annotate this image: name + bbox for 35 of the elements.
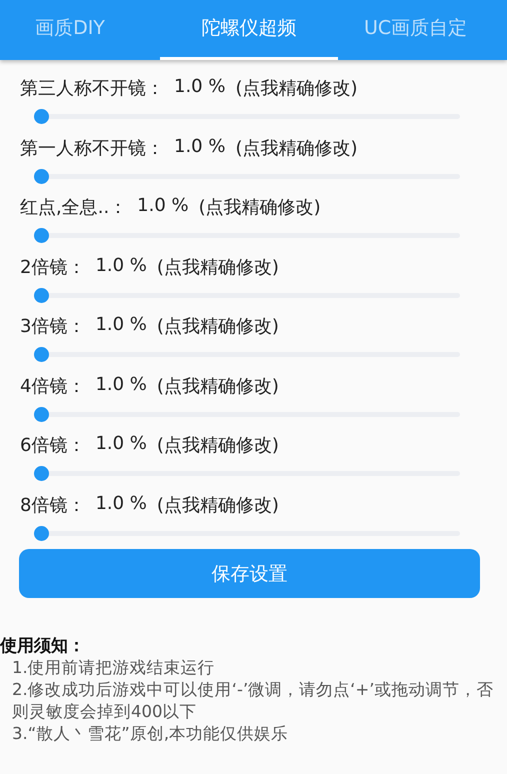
edit-link[interactable]: (点我精确修改): [156, 374, 279, 398]
slider-label: 6倍镜：: [20, 434, 86, 457]
slider-thumb[interactable]: [34, 228, 49, 243]
edit-link[interactable]: (点我精确修改): [235, 76, 358, 100]
slider-thumb[interactable]: [34, 466, 49, 481]
slider-thumb[interactable]: [34, 526, 49, 540]
slider-label: 4倍镜：: [20, 374, 86, 398]
slider-thumb[interactable]: [34, 288, 49, 302]
edit-link[interactable]: (点我精确修改): [156, 433, 279, 457]
slider-value: 1.0 %: [95, 492, 147, 516]
slider-thumb[interactable]: [34, 168, 49, 184]
note-text: 1.使用前请把游戏结束运行: [11, 657, 216, 679]
slider-thumb[interactable]: [34, 109, 49, 124]
slider-value: 1.0 %: [137, 195, 189, 218]
edit-link[interactable]: (点我精确修改): [198, 195, 321, 219]
edit-link[interactable]: (点我精确修改): [156, 254, 279, 278]
slider-value: 1.0 %: [95, 254, 147, 278]
slider-value: 1.0 %: [95, 314, 147, 337]
slider-label: 3倍镜：: [20, 315, 86, 338]
slider-value: 1.0 %: [174, 136, 226, 158]
edit-link[interactable]: (点我精确修改): [156, 492, 279, 516]
slider-label: 2倍镜：: [20, 256, 86, 278]
slider-label: 第一人称不开镜：: [20, 136, 164, 160]
slider-label: 红点,全息..：: [20, 196, 128, 219]
slider-label: 第三人称不开镜：: [20, 77, 164, 100]
note-text: 3.“散人丶雪花”原创,本功能仅供娱乐: [11, 723, 290, 745]
slider-thumb[interactable]: [34, 406, 49, 422]
slider-value: 1.0 %: [174, 76, 226, 99]
slider-value: 1.0 %: [95, 433, 147, 456]
slider-label: 8倍镜：: [20, 494, 86, 516]
note-text: 2.修改成功后游戏中可以使用‘-’微调，请勿点‘+’或拖动调节，否则灵敏度会掉到400以下: [11, 679, 495, 723]
edit-link[interactable]: (点我精确修改): [156, 314, 279, 338]
slider-value: 1.0 %: [95, 374, 147, 396]
edit-link[interactable]: (点我精确修改): [235, 136, 358, 160]
slider-thumb[interactable]: [34, 347, 49, 362]
